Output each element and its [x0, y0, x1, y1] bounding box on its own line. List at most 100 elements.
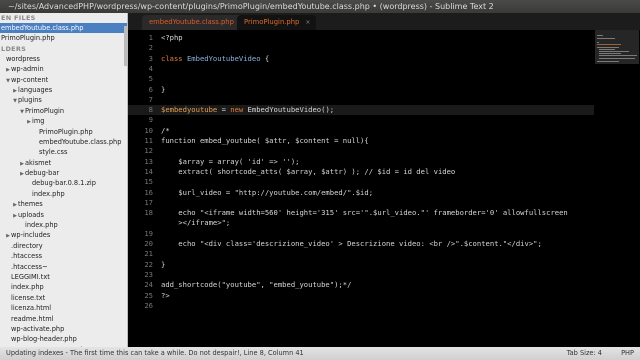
tree-item-label: wp-activate.php — [11, 324, 65, 333]
code-text: $array = array( 'id' => ''); — [161, 156, 300, 166]
tree-item[interactable]: licenza.html — [0, 303, 127, 313]
line-number: 25 — [144, 290, 153, 300]
line-number: 5 — [148, 74, 153, 84]
tree-item-label: PrimoPlugin.php — [39, 127, 93, 136]
line-number: 10 — [144, 125, 153, 135]
tree-item[interactable]: readme.html — [0, 314, 127, 324]
tree-item-label: wp-includes — [11, 231, 51, 240]
code-text: /* — [161, 125, 170, 135]
tree-item-label: themes — [18, 200, 43, 209]
tree-item-label: style.css — [39, 148, 68, 157]
minimap[interactable] — [594, 30, 640, 347]
tree-item[interactable]: wp-activate.php — [0, 324, 127, 334]
line-number: 22 — [144, 259, 153, 269]
tab-embedyoutube[interactable]: embedYoutube.class.php× — [142, 15, 251, 30]
syntax-indicator[interactable]: PHP — [621, 347, 634, 360]
tree-item-label: wordpress — [6, 54, 40, 63]
tree-item[interactable]: PrimoPlugin.php — [0, 127, 127, 137]
code-text: extract( shortcode_atts( $array, $attr) … — [161, 166, 456, 176]
tree-item[interactable]: ▼plugins — [0, 95, 127, 105]
minimap-line — [599, 51, 629, 52]
line-number: 20 — [144, 239, 153, 248]
code-text: echo "<iframe width=560' height='315' sr… — [161, 208, 568, 218]
folders-header: LDERS — [1, 44, 27, 53]
close-icon[interactable]: × — [305, 19, 310, 26]
line-number: 3 — [148, 53, 153, 63]
line-number: 1 — [148, 33, 153, 42]
tree-item[interactable]: index.php — [0, 220, 127, 230]
code-text: ?> — [161, 290, 170, 300]
minimap-line — [597, 38, 615, 39]
tree-item-label: img — [32, 117, 45, 126]
tree-item[interactable]: .htaccess~ — [0, 262, 127, 272]
tree-item-label: PrimoPlugin — [25, 106, 65, 115]
tree-item[interactable]: license.txt — [0, 293, 127, 303]
tree-item-label: .htaccess~ — [11, 262, 48, 271]
tree-item-label: readme.html — [11, 314, 54, 323]
minimap-line — [597, 47, 619, 48]
line-number: 23 — [144, 269, 153, 279]
tree-item[interactable]: ▼wp-content — [0, 75, 127, 85]
tab-label: embedYoutube.class.php — [149, 18, 234, 26]
line-number: 12 — [144, 146, 153, 156]
minimap-line — [599, 53, 621, 54]
tree-item-label: wp-blog-header.php — [11, 335, 77, 344]
tree-item[interactable]: .directory — [0, 241, 127, 251]
line-number: 2 — [148, 43, 153, 53]
tree-item[interactable]: debug-bar.0.8.1.zip — [0, 178, 127, 188]
tree-item[interactable]: ▶akismet — [0, 158, 127, 168]
open-file-item[interactable]: PrimoPlugin.php — [0, 33, 127, 43]
code-text: class EmbedYoutubeVideo { — [161, 53, 270, 63]
tree-item-label: .htaccess — [11, 252, 43, 261]
sidebar-scrollbar[interactable] — [124, 26, 127, 66]
code-text: $url_video = "http://youtube.com/embed/"… — [161, 187, 374, 197]
tree-item[interactable]: .htaccess — [0, 251, 127, 261]
tree-item[interactable]: wordpress — [0, 54, 127, 64]
line-number: 15 — [144, 177, 153, 187]
tree-item[interactable]: ▶wp-includes — [0, 230, 127, 240]
minimap-line — [597, 61, 619, 62]
tree-item[interactable]: wp-blog-header.php — [0, 334, 127, 344]
tree-item-label: LEGGIMI.txt — [11, 272, 50, 281]
line-number: 4 — [148, 63, 153, 73]
tree-item[interactable]: index.php — [0, 189, 127, 199]
tree-item-label: debug-bar — [25, 169, 60, 178]
code-text: add_shortcode("youtube", "embed_youtube"… — [161, 280, 352, 290]
tree-item[interactable]: ▶img — [0, 116, 127, 126]
tree-item-label: index.php — [25, 221, 58, 230]
line-number: 18 — [144, 208, 153, 218]
sidebar: EN FILES embedYoutube.class.php PrimoPlug… — [0, 13, 128, 347]
minimap-line — [599, 49, 615, 50]
minimap-line — [599, 58, 635, 59]
tree-item[interactable]: ▼PrimoPlugin — [0, 106, 127, 116]
tab-label: PrimoPlugin.php — [244, 18, 300, 26]
tree-item-label: licenza.html — [11, 304, 52, 313]
tree-item-label: uploads — [18, 210, 44, 219]
code-text: function embed_youtube( $attr, $content … — [161, 136, 369, 145]
status-message: Updating indexes - The first time this c… — [6, 349, 304, 357]
tree-item[interactable]: ▶debug-bar — [0, 168, 127, 178]
window-titlebar: ~/sites/AdvancedPHP/wordpress/wp-content… — [0, 0, 640, 13]
tree-item[interactable]: embedYoutube.class.php — [0, 137, 127, 147]
tree-item-label: index.php — [11, 283, 44, 292]
open-file-item[interactable]: embedYoutube.class.php — [0, 23, 127, 34]
open-file-label: PrimoPlugin.php — [1, 34, 55, 43]
tree-item-label: embedYoutube.class.php — [39, 137, 122, 146]
code-editor[interactable]: 1 <?php 2 3 class EmbedYoutubeVideo {4 5 6} 7 8 $… — [128, 30, 594, 347]
tree-item[interactable]: ▶themes — [0, 199, 127, 209]
tree-item[interactable]: index.php — [0, 282, 127, 292]
tab-primoplugin[interactable]: PrimoPlugin.php × — [237, 15, 317, 30]
open-file-label: embedYoutube.class.php — [1, 24, 84, 32]
tree-item[interactable]: LEGGIMI.txt — [0, 272, 127, 282]
tree-item[interactable]: ▶languages — [0, 85, 127, 95]
line-number: 8 — [148, 105, 153, 115]
minimap-line — [597, 44, 621, 45]
open-files-list: embedYoutube.class.php PrimoPlugin.php — [0, 23, 127, 44]
line-number: 14 — [144, 166, 153, 176]
tree-item[interactable]: ▶uploads — [0, 210, 127, 220]
tree-item-label: wp-content — [11, 75, 49, 84]
tree-item-label: plugins — [18, 96, 42, 105]
tree-item[interactable]: ▶wp-admin — [0, 64, 127, 74]
tree-item[interactable]: style.css — [0, 147, 127, 157]
tab-size-indicator[interactable]: Tab Size: 4 — [567, 347, 602, 360]
